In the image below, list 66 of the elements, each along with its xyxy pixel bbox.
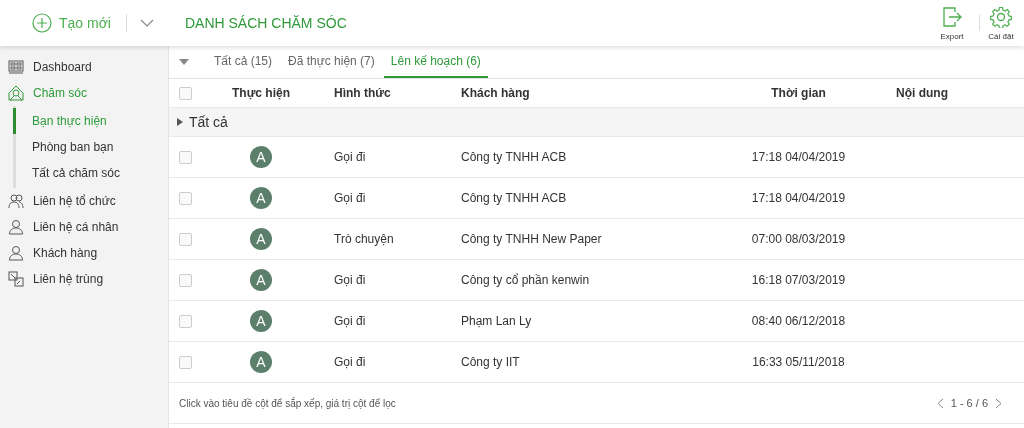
house-icon — [8, 85, 24, 101]
table-cell: Gọi đi — [334, 355, 366, 369]
table-cell: Trò chuyện — [334, 232, 394, 246]
select-all-checkbox[interactable] — [178, 86, 192, 100]
table-cell: Gọi đi — [334, 273, 366, 287]
settings-icon — [990, 5, 1012, 28]
previous-page-icon[interactable] — [936, 397, 944, 409]
column-header[interactable]: Nội dung — [896, 86, 948, 100]
sidebar-item[interactable]: Dashboard — [0, 54, 168, 80]
avatar: A — [250, 310, 272, 332]
sidebar-item[interactable]: Liên hệ trùng — [0, 266, 168, 292]
arrows-icon — [8, 271, 24, 287]
sidebar-item[interactable]: Liên hệ cá nhân — [0, 214, 168, 240]
sidebar-item[interactable]: Liên hệ tổ chức — [0, 188, 168, 214]
expand-icon[interactable] — [177, 118, 183, 126]
table-cell: Công ty TNHH ACB — [461, 150, 567, 164]
group-label: Tất cả — [189, 114, 228, 130]
table-cell: Công ty TNHH New Paper — [461, 232, 602, 246]
row-checkbox[interactable] — [178, 355, 192, 369]
tab[interactable]: Đã thực hiện (7) — [281, 46, 382, 78]
column-header[interactable]: Thời gian — [771, 86, 826, 100]
avatar: A — [250, 351, 272, 373]
table-cell: Công ty cổ phần kenwin — [461, 273, 590, 287]
plus-circle-icon — [32, 13, 52, 33]
settings-button[interactable]: Cài đặt — [984, 5, 1018, 41]
table-cell: Gọi đi — [334, 314, 366, 328]
sidebar-subitem[interactable]: Phòng ban bạn — [13, 134, 168, 160]
table-cell: 16:18 07/03/2019 — [751, 273, 846, 287]
column-header[interactable]: Hình thức — [334, 86, 391, 100]
table-cell: Gọi đi — [334, 150, 366, 164]
sidebar-subitem[interactable]: Tất cả chăm sóc — [13, 160, 168, 186]
row-checkbox[interactable] — [178, 150, 192, 164]
table-cell: 17:18 04/04/2019 — [751, 191, 846, 205]
avatar: A — [250, 187, 272, 209]
table-cell: Công ty IIT — [461, 355, 520, 369]
dashboard-icon — [8, 59, 24, 75]
table-cell: 07:00 08/03/2019 — [751, 232, 846, 246]
people-icon — [8, 193, 24, 209]
column-header[interactable]: Thực hiện — [232, 86, 290, 100]
table-cell: Gọi đi — [334, 191, 366, 205]
export-icon — [941, 5, 963, 28]
avatar: A — [250, 146, 272, 168]
person-icon — [8, 219, 24, 235]
group-row[interactable]: Tất cả — [169, 108, 1024, 137]
tab[interactable]: Lên kế hoạch (6) — [383, 46, 488, 78]
pagination-text: 1 - 6 / 6 — [950, 397, 988, 409]
table-cell: Công ty TNHH ACB — [461, 191, 567, 205]
avatar: A — [250, 228, 272, 250]
page-title: DANH SÁCH CHĂM SÓC — [184, 15, 347, 31]
person-icon — [8, 245, 24, 261]
column-header[interactable]: Khách hàng — [461, 86, 530, 100]
filter-caret-icon[interactable] — [179, 59, 189, 65]
sidebar-item[interactable]: Khách hàng — [0, 240, 168, 266]
table-cell: Phạm Lan Ly — [461, 314, 532, 328]
table-cell: 17:18 04/04/2019 — [751, 150, 846, 164]
avatar: A — [250, 269, 272, 291]
table-cell: 16:33 05/11/2018 — [752, 355, 845, 369]
row-checkbox[interactable] — [178, 273, 192, 287]
export-button[interactable]: Export — [935, 5, 969, 41]
row-checkbox[interactable] — [178, 232, 192, 246]
tab[interactable]: Tất cả (15) — [207, 46, 280, 78]
hint-text: Click vào tiêu đề cột để sắp xếp, giá trị cột để lọc — [179, 397, 396, 409]
table-cell: 08:40 06/12/2018 — [751, 314, 846, 328]
next-page-icon[interactable] — [995, 397, 1002, 409]
row-checkbox[interactable] — [178, 314, 192, 328]
row-checkbox[interactable] — [178, 191, 192, 205]
